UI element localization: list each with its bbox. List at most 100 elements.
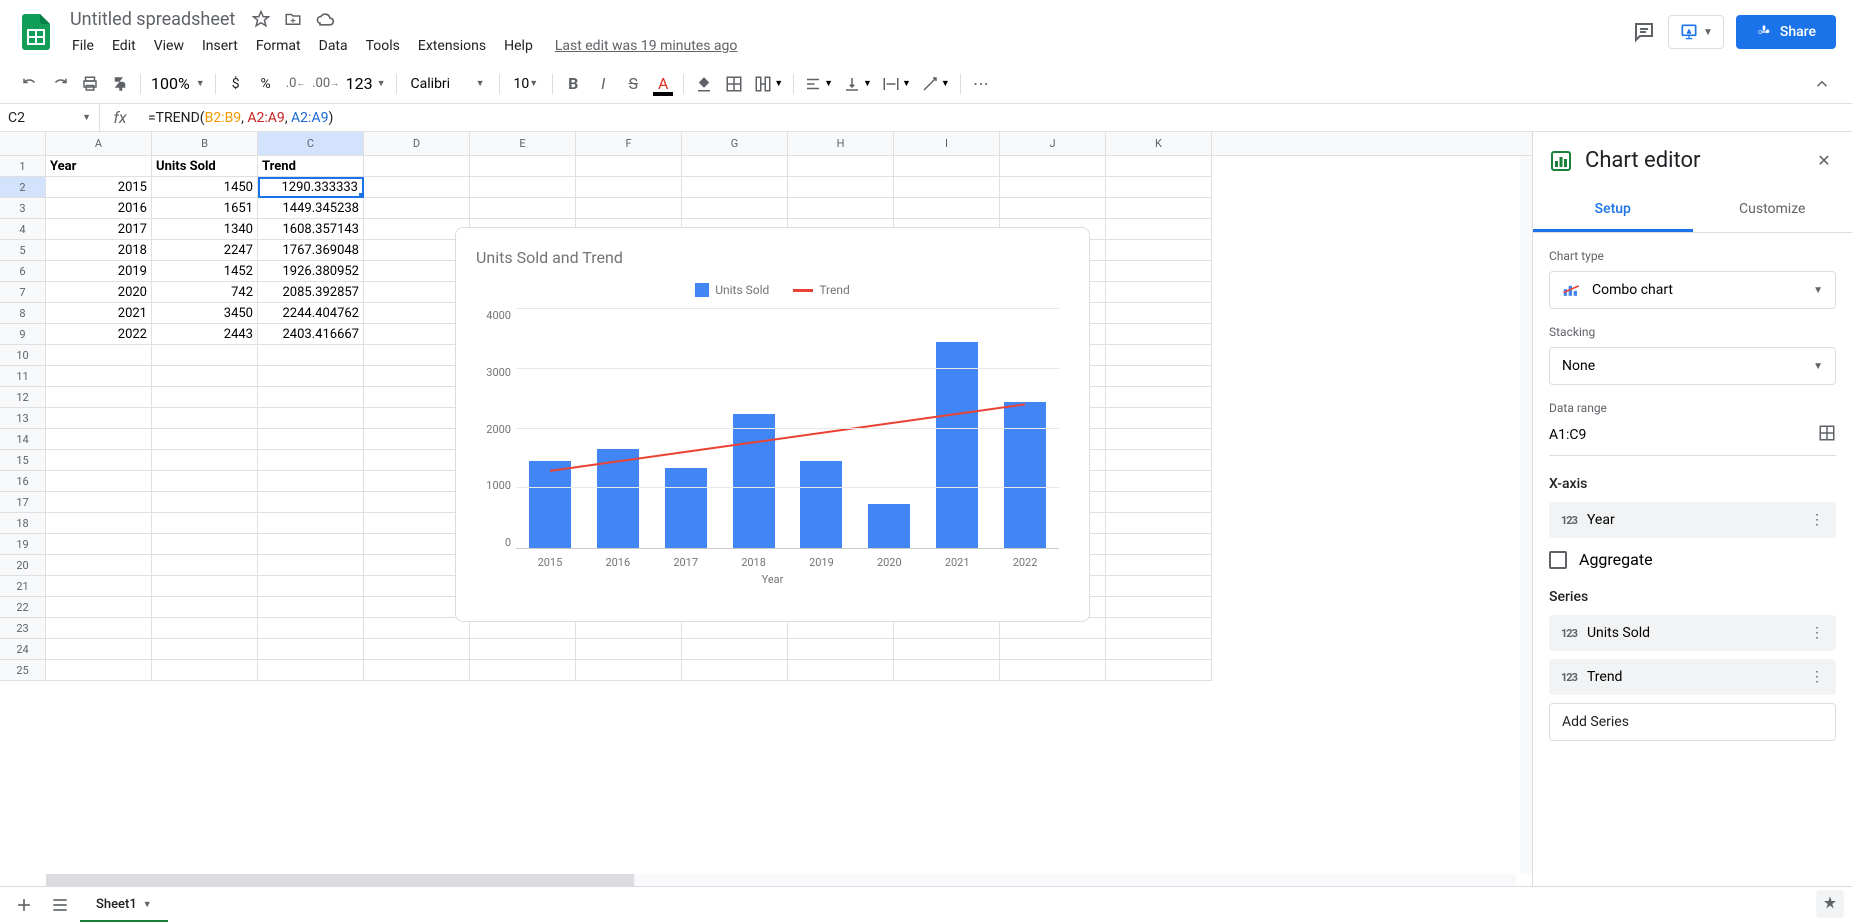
cell[interactable]: 2020	[46, 282, 152, 303]
cell[interactable]	[152, 429, 258, 450]
row-header[interactable]: 1	[0, 156, 46, 177]
cell[interactable]	[152, 450, 258, 471]
cell[interactable]	[46, 429, 152, 450]
more-vert-icon[interactable]: ⋮	[1810, 669, 1824, 685]
chart-bar[interactable]	[665, 468, 707, 548]
cell[interactable]: 1449.345238	[258, 198, 364, 219]
cell[interactable]	[46, 555, 152, 576]
cell[interactable]	[894, 198, 1000, 219]
cell[interactable]: 1450	[152, 177, 258, 198]
cell[interactable]	[258, 366, 364, 387]
row-header[interactable]: 23	[0, 618, 46, 639]
col-header-I[interactable]: I	[894, 132, 1000, 155]
menu-format[interactable]: Format	[248, 34, 309, 58]
series-chip-1[interactable]: 123 Trend ⋮	[1549, 659, 1836, 695]
menu-tools[interactable]: Tools	[358, 34, 408, 58]
cell[interactable]	[152, 534, 258, 555]
cell[interactable]	[152, 345, 258, 366]
cell[interactable]: 2019	[46, 261, 152, 282]
row-header[interactable]: 20	[0, 555, 46, 576]
cell[interactable]	[258, 387, 364, 408]
cell[interactable]	[576, 198, 682, 219]
row-header[interactable]: 8	[0, 303, 46, 324]
tab-customize[interactable]: Customize	[1693, 189, 1852, 232]
cell[interactable]	[46, 492, 152, 513]
col-header-E[interactable]: E	[470, 132, 576, 155]
cell[interactable]	[258, 471, 364, 492]
aggregate-checkbox[interactable]	[1549, 551, 1567, 569]
row-header[interactable]: 7	[0, 282, 46, 303]
menu-data[interactable]: Data	[311, 34, 356, 58]
increase-decimal-icon[interactable]: .00→	[312, 70, 340, 98]
cell[interactable]: 3450	[152, 303, 258, 324]
col-header-H[interactable]: H	[788, 132, 894, 155]
menu-help[interactable]: Help	[496, 34, 541, 58]
cell[interactable]	[1106, 660, 1212, 681]
cell[interactable]	[46, 345, 152, 366]
cell[interactable]	[894, 639, 1000, 660]
menu-extensions[interactable]: Extensions	[410, 34, 494, 58]
cell[interactable]	[152, 513, 258, 534]
cell[interactable]	[470, 660, 576, 681]
cell[interactable]	[682, 660, 788, 681]
chart-bar[interactable]	[733, 414, 775, 548]
rotate-icon[interactable]: ▼	[917, 73, 954, 95]
cell[interactable]	[46, 513, 152, 534]
cell[interactable]	[364, 156, 470, 177]
row-header[interactable]: 11	[0, 366, 46, 387]
cell[interactable]	[1106, 534, 1212, 555]
col-header-F[interactable]: F	[576, 132, 682, 155]
cell[interactable]	[258, 597, 364, 618]
chart-type-select[interactable]: Combo chart ▼	[1549, 271, 1836, 309]
cell[interactable]	[46, 639, 152, 660]
cell[interactable]	[258, 618, 364, 639]
percent-icon[interactable]: %	[252, 70, 280, 98]
row-header[interactable]: 19	[0, 534, 46, 555]
cell[interactable]	[46, 597, 152, 618]
grid-icon[interactable]	[1818, 424, 1836, 446]
row-header[interactable]: 17	[0, 492, 46, 513]
horizontal-scrollbar[interactable]	[46, 874, 1516, 886]
cell[interactable]	[152, 471, 258, 492]
row-header[interactable]: 15	[0, 450, 46, 471]
cell[interactable]: 1608.357143	[258, 219, 364, 240]
row-header[interactable]: 18	[0, 513, 46, 534]
strikethrough-icon[interactable]: S	[619, 70, 647, 98]
row-header[interactable]: 16	[0, 471, 46, 492]
cell[interactable]	[894, 660, 1000, 681]
cell[interactable]	[152, 597, 258, 618]
comments-icon[interactable]	[1632, 20, 1656, 44]
cell[interactable]	[1106, 282, 1212, 303]
cell[interactable]	[152, 576, 258, 597]
col-header-J[interactable]: J	[1000, 132, 1106, 155]
more-icon[interactable]: ⋯	[967, 70, 995, 98]
font-select[interactable]: Calibri▼	[403, 72, 493, 96]
row-header[interactable]: 4	[0, 219, 46, 240]
menu-insert[interactable]: Insert	[194, 34, 246, 58]
cell[interactable]	[258, 660, 364, 681]
chart-bar[interactable]	[529, 461, 571, 548]
cell[interactable]	[682, 198, 788, 219]
row-header[interactable]: 12	[0, 387, 46, 408]
cell[interactable]	[1106, 450, 1212, 471]
cell[interactable]	[576, 177, 682, 198]
cell[interactable]	[788, 177, 894, 198]
cell[interactable]	[1106, 366, 1212, 387]
cell[interactable]	[1106, 324, 1212, 345]
cell[interactable]	[152, 555, 258, 576]
col-header-D[interactable]: D	[364, 132, 470, 155]
cell[interactable]	[364, 660, 470, 681]
cell[interactable]	[1000, 660, 1106, 681]
chart-bar[interactable]	[597, 449, 639, 548]
row-header[interactable]: 2	[0, 177, 46, 198]
cell[interactable]	[364, 618, 470, 639]
add-sheet-icon[interactable]	[8, 889, 40, 921]
xaxis-chip[interactable]: 123 Year ⋮	[1549, 502, 1836, 538]
cell[interactable]	[1106, 429, 1212, 450]
cell[interactable]	[1106, 345, 1212, 366]
vertical-scrollbar[interactable]	[1520, 156, 1532, 874]
row-header[interactable]: 9	[0, 324, 46, 345]
data-range-input[interactable]	[1549, 423, 1806, 447]
cell[interactable]	[894, 156, 1000, 177]
col-header-G[interactable]: G	[682, 132, 788, 155]
